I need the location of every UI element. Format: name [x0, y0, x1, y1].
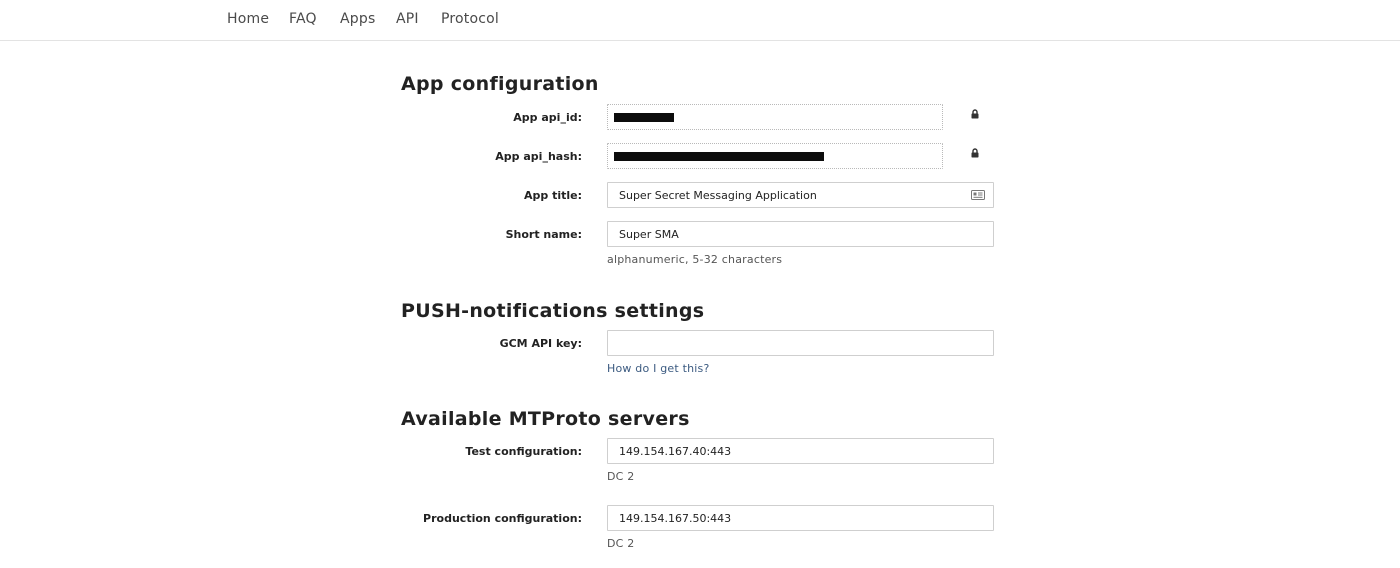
production-config-label: Production configuration: — [423, 512, 582, 525]
lock-icon — [971, 148, 979, 158]
api-id-redacted-value — [614, 113, 674, 122]
api-hash-field[interactable] — [607, 143, 943, 169]
short-name-input[interactable]: Super SMA — [607, 221, 994, 247]
production-config-value: 149.154.167.50:443 — [619, 512, 732, 525]
app-configuration-heading: App configuration — [401, 73, 599, 95]
top-nav: Home FAQ Apps API Protocol — [0, 0, 1400, 41]
nav-apps-link[interactable]: Apps — [340, 11, 375, 27]
app-title-input[interactable]: Super Secret Messaging Application — [607, 182, 994, 208]
app-title-label: App title: — [523, 189, 582, 202]
test-config-label: Test configuration: — [465, 445, 582, 458]
lock-icon — [971, 109, 979, 119]
api-id-field[interactable] — [607, 104, 943, 130]
mtproto-servers-heading: Available MTProto servers — [401, 408, 690, 430]
nav-protocol-link[interactable]: Protocol — [441, 11, 499, 27]
nav-home-link[interactable]: Home — [227, 11, 269, 27]
production-config-dc: DC 2 — [607, 537, 635, 550]
test-config-dc: DC 2 — [607, 470, 635, 483]
short-name-value: Super SMA — [619, 228, 679, 241]
gcm-help-link[interactable]: How do I get this? — [607, 362, 710, 375]
short-name-label: Short name: — [505, 228, 582, 241]
test-config-field[interactable]: 149.154.167.40:443 — [607, 438, 994, 464]
gcm-api-key-label: GCM API key: — [499, 337, 582, 350]
nav-faq-link[interactable]: FAQ — [289, 11, 317, 27]
id-card-icon[interactable] — [971, 189, 985, 201]
gcm-api-key-input[interactable] — [607, 330, 994, 356]
test-config-value: 149.154.167.40:443 — [619, 445, 732, 458]
nav-api-link[interactable]: API — [396, 11, 419, 27]
production-config-field[interactable]: 149.154.167.50:443 — [607, 505, 994, 531]
api-hash-redacted-value — [614, 152, 824, 161]
api-id-label: App api_id: — [513, 111, 582, 124]
short-name-hint: alphanumeric, 5-32 characters — [607, 253, 783, 266]
api-hash-label: App api_hash: — [495, 150, 582, 163]
app-title-value: Super Secret Messaging Application — [619, 189, 817, 202]
push-notifications-heading: PUSH-notifications settings — [401, 300, 705, 322]
